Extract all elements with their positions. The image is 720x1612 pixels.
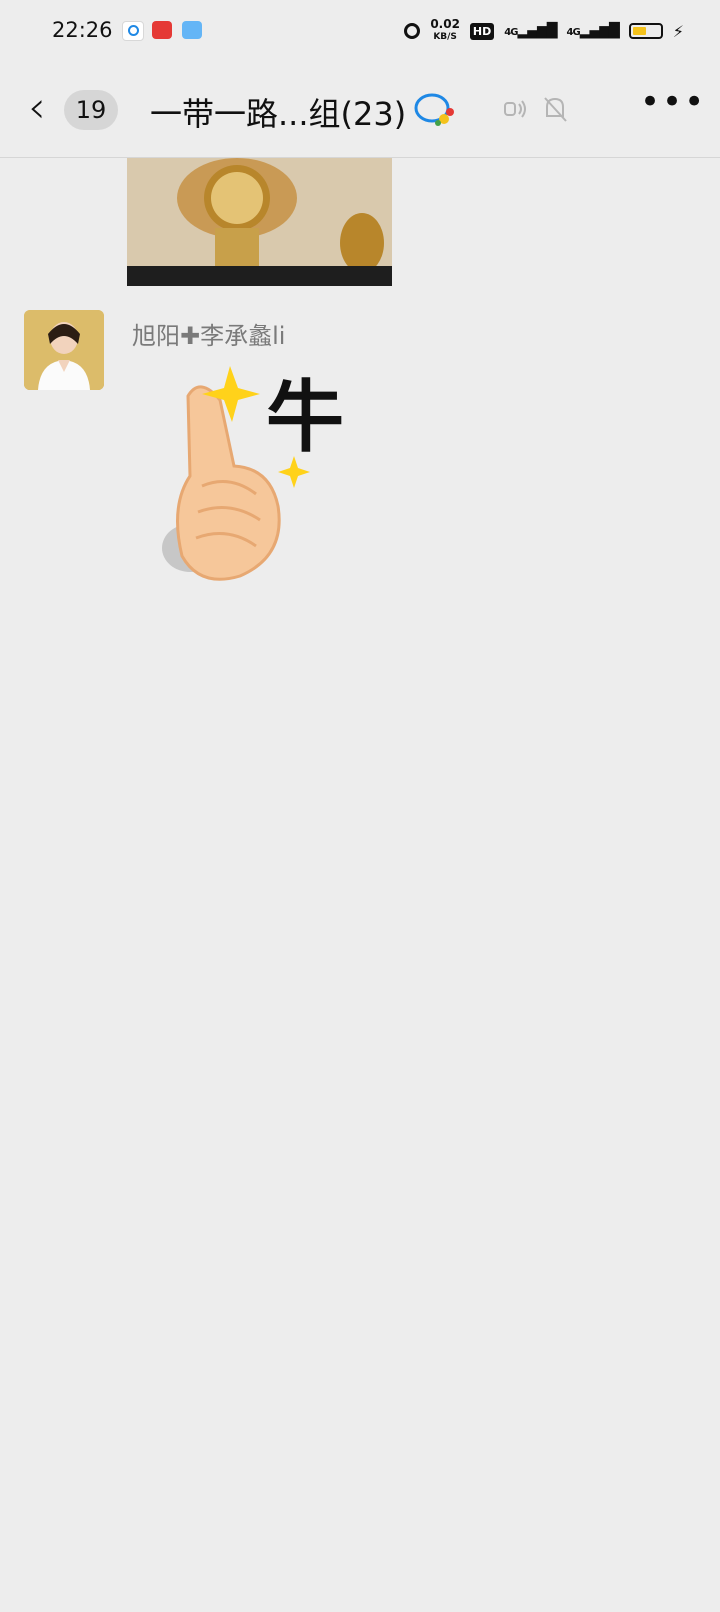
chat-header: ‹ 19 一带一路...组(23) •••: [0, 62, 720, 158]
group-chat-bubble-icon: [414, 93, 454, 126]
bell-mute-icon: [544, 97, 567, 122]
speaker-off-icon: [504, 100, 526, 118]
status-bar: 22:26 0.02 KB/S HD 4G▂▄▆█ 4G▂▄▆█ ⚡: [0, 0, 720, 62]
weather-app-icon: [182, 21, 202, 39]
alarm-icon: [404, 23, 421, 39]
news-app-icon: [152, 21, 172, 39]
thumbs-up-sticker[interactable]: 牛: [160, 356, 360, 590]
hd-icon: HD: [469, 22, 495, 40]
net-speed: 0.02 KB/S: [430, 17, 460, 43]
avatar-xuyang[interactable]: [24, 310, 104, 390]
charging-icon: ⚡: [672, 21, 684, 41]
net-speed-unit: KB/S: [433, 32, 457, 42]
watch-photo: [127, 158, 392, 286]
sticker-text: 牛: [266, 373, 344, 463]
status-indicators: 0.02 KB/S HD 4G▂▄▆█ 4G▂▄▆█ ⚡: [404, 18, 684, 44]
avatar-xuyang-image: [24, 310, 104, 390]
net-speed-value: 0.02: [430, 17, 460, 31]
battery-icon: [628, 23, 663, 39]
chevron-left-icon[interactable]: ‹: [28, 86, 46, 130]
status-time: 22:26: [52, 18, 113, 42]
watch-photo-message[interactable]: [127, 158, 392, 286]
more-icon[interactable]: •••: [640, 82, 706, 122]
signal-label-2: 4G: [566, 27, 581, 38]
unread-badge[interactable]: 19: [64, 90, 118, 130]
signal-label-1: 4G: [504, 27, 518, 38]
signal-icon-2: 4G▂▄▆█: [566, 23, 620, 39]
signal-icon-1: 4G▂▄▆█: [504, 23, 557, 39]
battery-fill: [632, 27, 646, 35]
search-app-icon: [122, 21, 144, 41]
chat-title[interactable]: 一带一路...组(23): [150, 89, 406, 135]
sender-name: 旭阳✚李承蠡li: [132, 322, 286, 350]
